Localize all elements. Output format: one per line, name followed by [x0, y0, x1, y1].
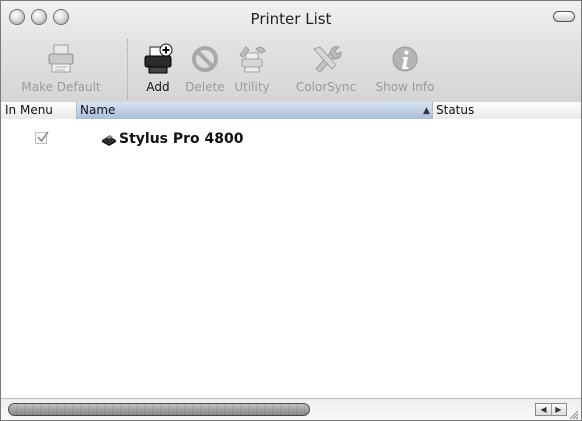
resize-grip-icon[interactable] [567, 405, 579, 420]
colorsync-label: ColorSync [295, 80, 357, 94]
printer-name: Stylus Pro 4800 [119, 131, 244, 147]
printer-list-window: Printer List Make Default Add Delete Uti… [0, 0, 582, 421]
in-menu-checkbox[interactable] [35, 131, 49, 144]
toolbar: Make Default Add Delete Utility ColorSyn… [1, 35, 581, 102]
add-printer-icon [142, 43, 174, 75]
delete-icon [189, 43, 221, 75]
column-name[interactable]: Name [77, 102, 433, 119]
horizontal-scrollbar[interactable]: ◀ ▶ [1, 398, 581, 420]
scrollbar-thumb[interactable] [8, 403, 310, 416]
delete-button[interactable]: Delete [183, 35, 227, 102]
add-label: Add [146, 80, 170, 94]
toolbar-separator [127, 39, 128, 99]
make-default-button[interactable]: Make Default [11, 35, 111, 102]
window-title: Printer List [250, 10, 332, 28]
printer-table: Stylus Pro 4800 [1, 119, 581, 398]
make-default-label: Make Default [21, 80, 101, 94]
add-button[interactable]: Add [137, 35, 179, 102]
column-in-menu[interactable]: In Menu [1, 102, 77, 119]
checkmark-icon [37, 131, 49, 143]
title-bar[interactable]: Printer List [1, 1, 581, 35]
show-info-label: Show Info [375, 80, 435, 94]
utility-icon [236, 43, 268, 75]
utility-button[interactable]: Utility [229, 35, 275, 102]
scroll-right-button[interactable]: ▶ [551, 404, 566, 415]
utility-label: Utility [234, 80, 270, 94]
printer-default-icon [45, 43, 77, 75]
sort-ascending-icon: ▲ [423, 106, 430, 116]
column-status[interactable]: Status [433, 102, 581, 119]
printer-icon [101, 132, 117, 146]
scroll-arrows: ◀ ▶ [535, 403, 567, 416]
toolbar-toggle-button[interactable] [553, 11, 575, 22]
colorsync-icon [310, 43, 342, 75]
table-row[interactable]: Stylus Pro 4800 [1, 130, 581, 152]
delete-label: Delete [185, 80, 225, 94]
info-icon [389, 43, 421, 75]
scroll-left-button[interactable]: ◀ [536, 404, 552, 415]
column-header: In Menu Name ▲ Status [1, 102, 581, 120]
window-chrome: Printer List Make Default Add Delete Uti… [1, 1, 581, 103]
colorsync-button[interactable]: ColorSync [293, 35, 359, 102]
show-info-button[interactable]: Show Info [367, 35, 443, 102]
